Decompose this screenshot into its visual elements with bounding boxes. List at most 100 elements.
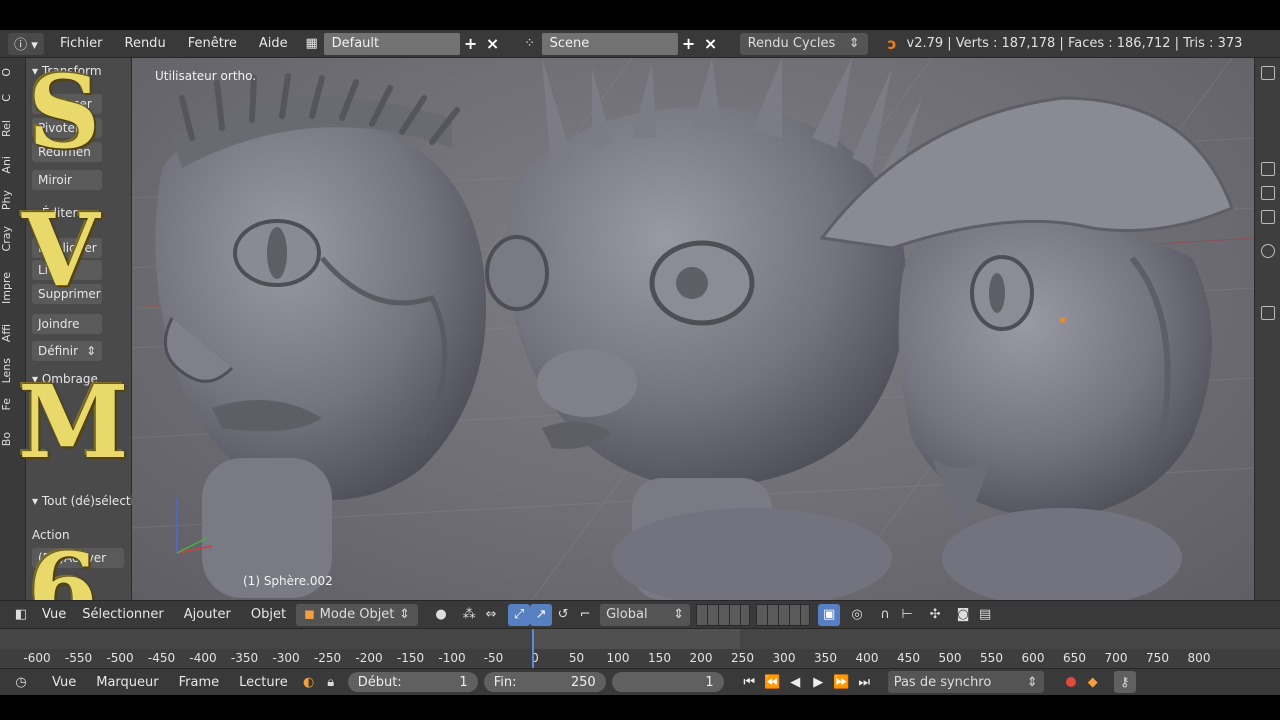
- render-engine-select[interactable]: Rendu Cycles ⇕: [739, 32, 868, 55]
- timeline-tick-label: 150: [648, 651, 671, 665]
- shading-icon[interactable]: ●: [430, 604, 452, 626]
- sphere-icon[interactable]: [1261, 244, 1275, 258]
- info-icon[interactable]: ⓘ ▾: [8, 32, 44, 55]
- arrow-icon[interactable]: ↗: [530, 603, 553, 626]
- lock-icon[interactable]: 🔒︎: [320, 671, 342, 693]
- camera-icon[interactable]: [1261, 210, 1275, 224]
- play-icon[interactable]: ▶: [807, 675, 830, 690]
- clapper-icon[interactable]: ▤: [974, 604, 996, 626]
- prev-keyframe-icon[interactable]: ⏪: [761, 675, 784, 690]
- clock-icon[interactable]: ◷: [10, 671, 32, 693]
- layer-grid-b[interactable]: [756, 603, 811, 626]
- playhead[interactable]: [532, 629, 534, 669]
- camera-icon[interactable]: [1261, 162, 1275, 176]
- scene-icon[interactable]: ⁘: [518, 33, 542, 55]
- add-scene-icon[interactable]: +: [678, 33, 700, 55]
- menu-timeline-view[interactable]: Vue: [42, 675, 86, 690]
- snap-icon[interactable]: ✣: [924, 604, 946, 626]
- set-origin-label: Définir: [38, 344, 79, 358]
- mode-label: Mode Objet: [319, 607, 395, 622]
- jump-end-icon[interactable]: ⏭: [853, 675, 876, 690]
- menu-view[interactable]: Vue: [32, 607, 76, 622]
- menu-add[interactable]: Ajouter: [170, 607, 241, 622]
- render-camera-icon[interactable]: ◙: [952, 604, 974, 626]
- tab-relations[interactable]: Rel: [0, 120, 26, 137]
- timeline-tick-label: 500: [938, 651, 962, 665]
- set-origin-select[interactable]: Définir ⇕: [32, 341, 102, 361]
- proportional-icon[interactable]: ◎: [846, 604, 868, 626]
- preview-range-icon[interactable]: ◐: [298, 671, 320, 693]
- tab-create[interactable]: C: [0, 94, 26, 102]
- current-frame-field[interactable]: 1: [611, 672, 724, 692]
- timeline[interactable]: -600 -550 -500 -450 -400 -350 -300 -250 -200 -150…: [0, 628, 1280, 669]
- scene-field[interactable]: Scene: [541, 32, 678, 55]
- record-icon[interactable]: [1060, 671, 1082, 693]
- timeline-tick-label: -450: [147, 651, 176, 665]
- timeline-tick-label: -200: [355, 651, 383, 665]
- properties-strip: [1254, 58, 1280, 600]
- start-frame-label: Début:: [357, 674, 402, 690]
- camera-icon[interactable]: [1261, 186, 1275, 200]
- orientation-select[interactable]: Global ⇕: [600, 603, 691, 626]
- timeline-tick-label: 800: [1187, 651, 1211, 665]
- sync-select[interactable]: Pas de synchro ⇕: [887, 671, 1044, 693]
- magnet-icon[interactable]: ∩: [874, 604, 896, 626]
- menu-object[interactable]: Objet: [241, 607, 296, 622]
- layout-field[interactable]: Default: [323, 32, 460, 55]
- add-layout-icon[interactable]: +: [460, 33, 482, 55]
- play-reverse-icon[interactable]: ◀: [784, 675, 807, 690]
- pivot-icon[interactable]: ⁂: [458, 604, 480, 626]
- keying-set-icon[interactable]: ◆: [1082, 671, 1104, 693]
- timeline-tick-label: 600: [1021, 651, 1045, 665]
- timeline-tick-label: 100: [606, 651, 630, 665]
- timeline-ruler[interactable]: -600 -550 -500 -450 -400 -350 -300 -250 -200 -150…: [0, 649, 1280, 669]
- snap-target-icon[interactable]: ⊢: [896, 604, 918, 626]
- menu-rendu[interactable]: Rendu: [119, 33, 172, 55]
- chevron-updown-icon: ⇕: [848, 36, 860, 51]
- mirror-button[interactable]: Miroir: [32, 170, 102, 190]
- overlay-letter-m: M: [18, 363, 129, 481]
- manipulator-icon[interactable]: ⇔: [480, 604, 502, 626]
- screen-layout-icon[interactable]: ▦: [300, 33, 324, 55]
- chevron-updown-icon: ⇕: [1026, 674, 1038, 690]
- mode-select[interactable]: ◼ Mode Objet ⇕: [296, 603, 419, 626]
- close-layout-icon[interactable]: ×: [482, 33, 504, 55]
- layer-grid-a[interactable]: [696, 603, 751, 626]
- scale-manipulator-icon[interactable]: ⌐: [574, 604, 596, 626]
- translate-manipulator-icon[interactable]: ⤢: [508, 603, 531, 626]
- timeline-tick-label: -500: [106, 651, 134, 665]
- editor-type-icon[interactable]: ◧: [10, 604, 32, 626]
- tab-tools[interactable]: O: [0, 68, 26, 77]
- end-frame-value: 250: [570, 674, 596, 690]
- rotate-manipulator-icon[interactable]: ↺: [552, 604, 574, 626]
- menu-fichier[interactable]: Fichier: [54, 33, 109, 55]
- keyframe-type-icon[interactable]: ⚷: [1113, 671, 1136, 693]
- start-frame-field[interactable]: Début: 1: [347, 672, 478, 692]
- head-left: [155, 73, 487, 598]
- menu-marker[interactable]: Marqueur: [86, 675, 168, 690]
- orientation-label: Global: [606, 607, 648, 622]
- timeline-tick-label: 450: [897, 651, 920, 665]
- menu-aide[interactable]: Aide: [253, 33, 294, 55]
- jump-start-icon[interactable]: ⏮: [738, 675, 761, 690]
- end-frame-field[interactable]: Fin: 250: [483, 672, 606, 692]
- menu-frame[interactable]: Frame: [169, 675, 230, 690]
- close-scene-icon[interactable]: ×: [700, 33, 722, 55]
- join-button[interactable]: Joindre: [32, 314, 102, 334]
- tab-animation[interactable]: Ani: [0, 156, 26, 174]
- menu-playback[interactable]: Lecture: [229, 675, 298, 690]
- expand-icon[interactable]: [1261, 66, 1275, 80]
- 3d-viewport[interactable]: Utilisateur ortho. (1) Sphère.002: [132, 58, 1254, 600]
- timeline-frame-range: [533, 629, 740, 649]
- timeline-tick-label: 400: [855, 651, 879, 665]
- next-keyframe-icon[interactable]: ⏩: [830, 675, 853, 690]
- chevron-updown-icon: ⇕: [673, 607, 685, 622]
- brush-icon[interactable]: [1261, 306, 1275, 320]
- menu-select[interactable]: Sélectionner: [76, 607, 170, 622]
- layer-buttons[interactable]: [696, 603, 811, 626]
- lock-layer-icon[interactable]: ▣: [818, 603, 841, 626]
- timeline-tick-label: -600: [23, 651, 51, 665]
- menu-fenetre[interactable]: Fenêtre: [182, 33, 243, 55]
- timeline-tick-label: -300: [272, 651, 300, 665]
- tab-display[interactable]: Affi: [0, 324, 26, 342]
